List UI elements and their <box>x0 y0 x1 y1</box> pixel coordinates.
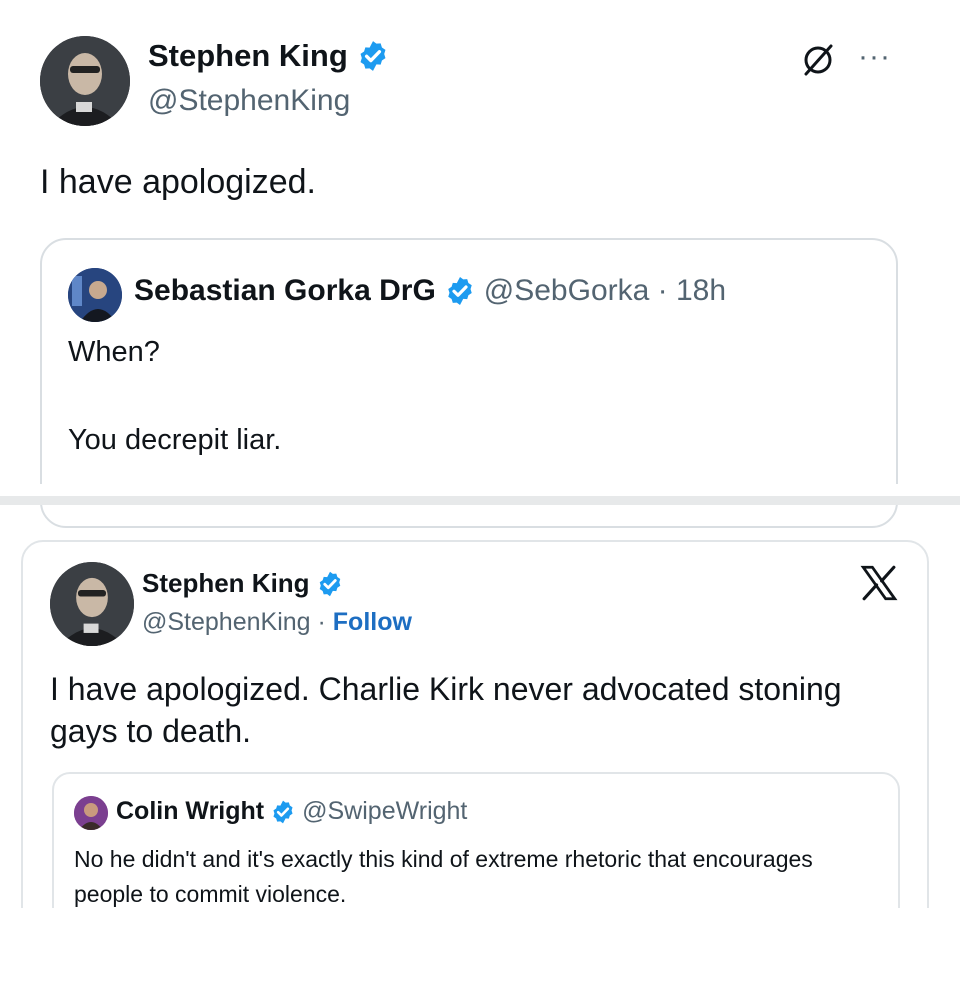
author-handle[interactable]: @StephenKing <box>148 84 350 118</box>
author-handle-row: @StephenKing · Follow <box>142 608 412 637</box>
verified-badge-icon <box>273 800 293 823</box>
author-avatar[interactable] <box>50 562 134 646</box>
tweet-text: I have apologized. Charlie Kirk never ad… <box>50 671 842 749</box>
grok-icon[interactable] <box>800 42 836 78</box>
follow-link[interactable]: Follow <box>333 608 412 636</box>
avatar-photo <box>74 796 108 830</box>
quoted-text-line: You decrepit liar. <box>68 424 282 456</box>
crop-edge <box>0 484 960 496</box>
quoted-author-avatar[interactable] <box>68 268 122 322</box>
more-icon[interactable]: ··· <box>858 40 891 74</box>
quoted-handle-time: @SebGorka · 18h <box>483 274 727 307</box>
separator: · <box>310 608 333 636</box>
quoted-author-name[interactable]: Colin Wright <box>116 797 264 826</box>
verified-badge-icon <box>319 571 340 596</box>
author-name[interactable]: Stephen King <box>148 38 348 74</box>
verified-badge-icon <box>360 41 386 71</box>
avatar-photo <box>50 562 134 646</box>
quoted-text-line: When? <box>68 336 160 368</box>
crop-edge <box>0 908 960 1003</box>
quoted-author-avatar[interactable] <box>74 796 108 830</box>
author-name-row: Stephen King <box>142 568 344 599</box>
quoted-text: No he didn't and it's exactly this kind … <box>74 846 813 907</box>
author-avatar[interactable] <box>40 36 130 126</box>
x-logo-icon[interactable] <box>858 562 900 604</box>
author-name-row: Stephen King <box>148 38 390 74</box>
quoted-author-name[interactable]: Sebastian Gorka DrG <box>134 274 436 308</box>
verified-badge-icon <box>448 277 472 305</box>
quoted-header: Colin Wright @SwipeWright <box>116 797 467 826</box>
author-handle[interactable]: @StephenKing <box>142 608 311 636</box>
quoted-handle: @SwipeWright <box>302 797 468 825</box>
avatar-photo <box>40 36 130 126</box>
tweet-text: I have apologized. <box>40 163 316 201</box>
avatar-photo <box>68 268 122 322</box>
quoted-header: Sebastian Gorka DrG @SebGorka · 18h <box>134 274 726 308</box>
author-name[interactable]: Stephen King <box>142 568 310 599</box>
divider <box>0 496 960 505</box>
